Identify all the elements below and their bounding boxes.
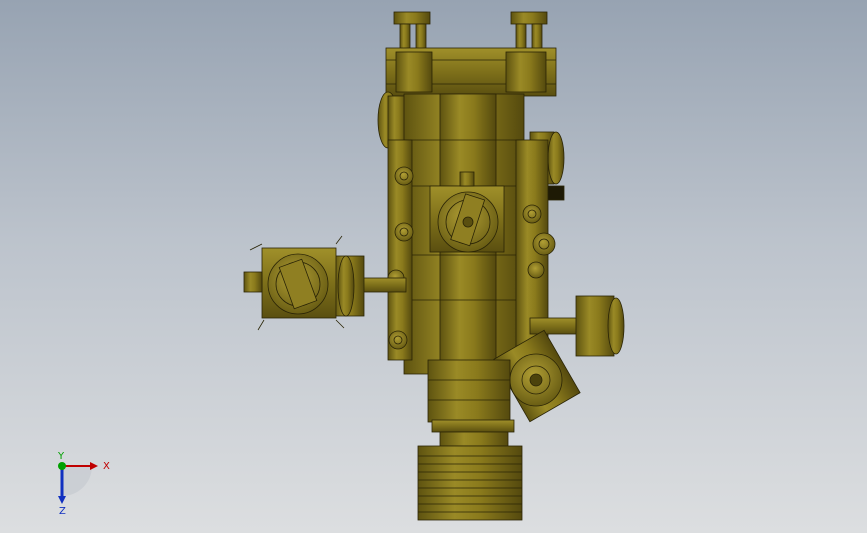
cad-viewport[interactable]: X Y Z	[0, 0, 867, 533]
valve-assembly-model[interactable]	[0, 0, 867, 533]
z-axis-arrow	[58, 496, 66, 504]
top-right-inlet	[510, 11, 548, 53]
x-axis-arrow	[90, 462, 98, 470]
valve-body	[243, 11, 625, 521]
z-axis-label: Z	[59, 506, 66, 517]
axis-triad: X Y Z	[57, 451, 110, 517]
y-axis-dot	[58, 462, 66, 470]
lower-body	[427, 359, 511, 423]
y-axis-label: Y	[57, 451, 65, 462]
top-left-inlet	[393, 11, 431, 53]
triad-shadow	[62, 466, 92, 496]
x-axis-label: X	[103, 461, 110, 472]
left-actuator	[243, 235, 345, 331]
finned-bottom	[417, 445, 523, 521]
